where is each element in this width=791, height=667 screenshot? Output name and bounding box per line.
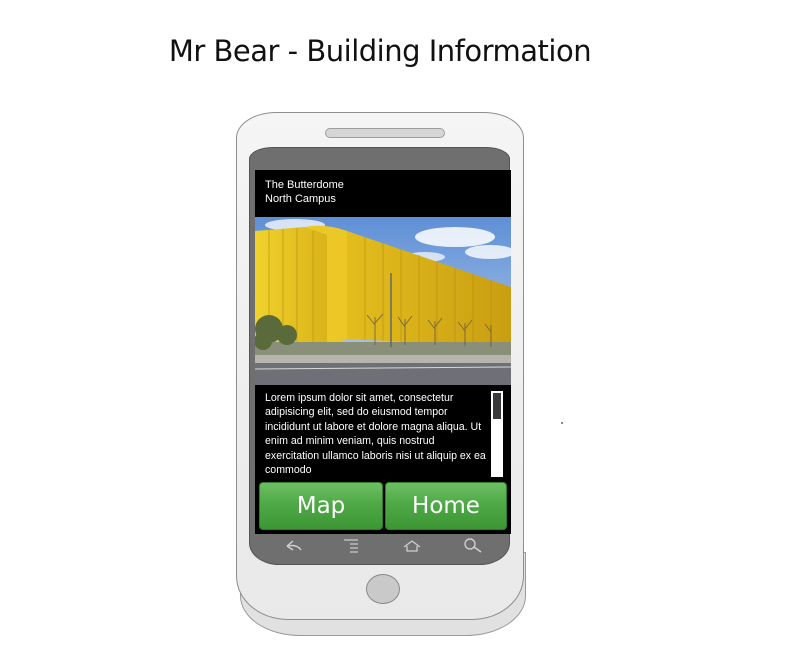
map-button[interactable]: Map [259, 482, 383, 530]
search-icon[interactable] [461, 536, 485, 556]
description-scrollbar[interactable] [491, 391, 503, 477]
scrollbar-thumb[interactable] [493, 393, 501, 419]
back-icon[interactable] [282, 536, 306, 556]
page-title: Mr Bear - Building Information [168, 34, 592, 68]
home-button[interactable]: Home [385, 482, 507, 530]
phone-screen: The Butterdome North Campus Lorem ipsum … [255, 170, 511, 534]
building-header: The Butterdome North Campus [255, 170, 511, 217]
building-name: The Butterdome [265, 179, 344, 191]
phone-home-key[interactable] [366, 574, 400, 604]
building-description: Lorem ipsum dolor sit amet, consectetur … [265, 392, 486, 477]
building-photo-image [255, 217, 511, 385]
building-photo [255, 217, 511, 385]
phone-speaker [325, 128, 445, 138]
stray-dot [561, 422, 563, 424]
campus-name: North Campus [265, 193, 336, 205]
description-panel: Lorem ipsum dolor sit amet, consectetur … [255, 385, 511, 479]
android-nav-bar [255, 534, 511, 560]
home-icon[interactable] [400, 536, 424, 556]
menu-icon[interactable] [338, 536, 362, 556]
